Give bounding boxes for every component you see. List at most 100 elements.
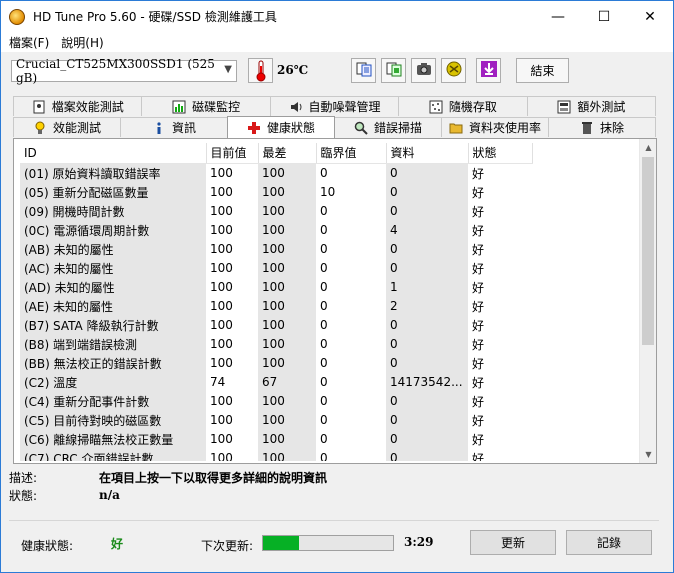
table-cell-cur: 100 <box>206 239 258 259</box>
random-access-icon <box>429 100 443 114</box>
tab-aam[interactable]: 自動噪聲管理 <box>269 96 400 116</box>
table-cell-cur: 100 <box>206 334 258 354</box>
tab-disk-monitor[interactable]: 磁碟監控 <box>141 96 271 116</box>
col-header-data[interactable]: 資料 <box>386 143 469 164</box>
table-cell-worst: 100 <box>258 334 316 354</box>
table-cell-data: 0 <box>386 391 468 411</box>
status-row: 狀態: n/a <box>9 486 120 504</box>
table-cell-status: 好 <box>468 448 532 461</box>
table-scrollbar[interactable]: ▲ ▼ <box>639 139 656 463</box>
table-row[interactable]: (C7) CRC 介面錯誤計數 100 100 0 0 好 <box>20 448 532 461</box>
table-row[interactable]: (B8) 端到端錯誤檢測 100 100 0 0 好 <box>20 334 532 354</box>
disk-monitor-icon <box>172 100 186 114</box>
table-row[interactable]: (BB) 無法校正的錯誤計數 100 100 0 0 好 <box>20 353 532 373</box>
table-row[interactable]: (09) 開機時間計數 100 100 0 0 好 <box>20 201 532 221</box>
col-header-worst[interactable]: 最差 <box>258 143 317 164</box>
scroll-thumb[interactable] <box>642 157 654 345</box>
table-cell-cur: 100 <box>206 163 258 183</box>
table-cell-data: 0 <box>386 201 468 221</box>
description-label: 描述: <box>9 470 38 485</box>
minimize-button[interactable]: — <box>535 1 581 32</box>
table-cell-thr: 0 <box>316 410 386 430</box>
table-cell-worst: 100 <box>258 220 316 240</box>
app-logo-icon <box>9 8 25 25</box>
table-cell-data: 0 <box>386 182 468 202</box>
maximize-button[interactable]: ☐ <box>581 1 627 32</box>
copy-text-button[interactable] <box>351 58 376 83</box>
table-cell-worst: 100 <box>258 163 316 183</box>
table-row[interactable]: (AB) 未知的屬性 100 100 0 0 好 <box>20 239 532 259</box>
table-row[interactable]: (AC) 未知的屬性 100 100 0 0 好 <box>20 258 532 278</box>
table-cell-status: 好 <box>468 201 532 221</box>
drive-select[interactable]: Crucial_CT525MX300SSD1 (525 gB) ▼ <box>11 57 237 85</box>
table-row[interactable]: (C5) 目前待對映的磁區數 100 100 0 0 好 <box>20 410 532 430</box>
copy-text-icon <box>356 61 372 80</box>
temperature-readout: 26℃ <box>277 63 309 77</box>
tab-extra-tests[interactable]: 額外測試 <box>526 96 657 116</box>
table-cell-id: (B7) SATA 降級執行計數 <box>20 315 206 335</box>
trash-icon <box>580 121 594 135</box>
save-icon <box>480 60 498 81</box>
table-cell-data: 0 <box>386 353 468 373</box>
table-cell-id: (AE) 未知的屬性 <box>20 296 206 316</box>
table-row[interactable]: (C4) 重新分配事件計數 100 100 0 0 好 <box>20 391 532 411</box>
table-row[interactable]: (0C) 電源循環周期計數 100 100 0 4 好 <box>20 220 532 240</box>
table-row[interactable]: (01) 原始資料讀取錯誤率 100 100 0 0 好 <box>20 163 532 183</box>
menu-file[interactable]: 檔案(F) <box>3 34 55 51</box>
tab-health[interactable]: 健康狀態 <box>227 116 335 138</box>
col-header-id[interactable]: ID <box>20 143 207 164</box>
info-icon <box>152 121 166 135</box>
table-row[interactable]: (AD) 未知的屬性 100 100 0 1 好 <box>20 277 532 297</box>
divider <box>9 520 659 521</box>
health-cross-icon <box>247 121 261 135</box>
tab-info[interactable]: 資訊 <box>120 117 228 137</box>
copy-screenshot-button[interactable] <box>381 58 406 83</box>
folder-icon <box>449 121 463 135</box>
exit-button[interactable]: 結束 <box>516 58 569 83</box>
status-bar: 健康狀態: 好 下次更新: 3:29 更新 記錄 <box>1 527 673 557</box>
description-value: 在項目上按一下以取得更多詳細的說明資訊 <box>99 470 328 485</box>
menu-bar: 檔案(F) 說明(H) <box>1 32 673 52</box>
tab-folder-usage[interactable]: 資料夾使用率 <box>441 117 549 137</box>
tab-error-scan[interactable]: 錯誤掃描 <box>334 117 442 137</box>
table-cell-cur: 100 <box>206 258 258 278</box>
col-header-threshold[interactable]: 臨界值 <box>316 143 387 164</box>
health-panel: ID 目前值 最差 臨界值 資料 狀態 (01) 原始資料讀取錯誤率 100 100… <box>13 138 657 464</box>
table-cell-thr: 0 <box>316 163 386 183</box>
table-cell-cur: 100 <box>206 391 258 411</box>
close-button[interactable]: ✕ <box>627 1 673 32</box>
scroll-up-icon[interactable]: ▲ <box>640 139 657 156</box>
thermometer-icon <box>248 58 273 83</box>
table-cell-status: 好 <box>468 353 532 373</box>
table-cell-thr: 0 <box>316 277 386 297</box>
tab-erase[interactable]: 抹除 <box>548 117 656 137</box>
screenshot-button[interactable] <box>411 58 436 83</box>
options-button[interactable] <box>441 58 466 83</box>
app-window: HD Tune Pro 5.60 - 硬碟/SSD 檢測維護工具 — ☐ ✕ 檔… <box>0 0 674 573</box>
table-cell-worst: 100 <box>258 391 316 411</box>
menu-help[interactable]: 說明(H) <box>55 34 109 51</box>
log-button[interactable]: 記錄 <box>566 530 652 555</box>
table-row[interactable]: (C2) 溫度 74 67 0 14173542... 好 <box>20 372 532 392</box>
table-cell-id: (C7) CRC 介面錯誤計數 <box>20 448 206 461</box>
table-cell-worst: 100 <box>258 277 316 297</box>
table-cell-data: 14173542... <box>386 372 468 392</box>
table-row[interactable]: (B7) SATA 降級執行計數 100 100 0 0 好 <box>20 315 532 335</box>
save-button[interactable] <box>476 58 501 83</box>
refresh-button[interactable]: 更新 <box>470 530 556 555</box>
table-cell-worst: 100 <box>258 201 316 221</box>
scroll-down-icon[interactable]: ▼ <box>640 446 657 463</box>
table-row[interactable]: (05) 重新分配磁區數量 100 100 10 0 好 <box>20 182 532 202</box>
tab-random-access[interactable]: 隨機存取 <box>398 96 528 116</box>
chevron-down-icon[interactable]: ▼ <box>224 64 232 75</box>
table-row[interactable]: (AE) 未知的屬性 100 100 0 2 好 <box>20 296 532 316</box>
title-bar: HD Tune Pro 5.60 - 硬碟/SSD 檢測維護工具 — ☐ ✕ <box>1 1 673 32</box>
tab-benchmark[interactable]: 效能測試 <box>13 117 121 137</box>
table-cell-thr: 10 <box>316 182 386 202</box>
table-row[interactable]: (C6) 離線掃瞄無法校正數量 100 100 0 0 好 <box>20 429 532 449</box>
col-header-current[interactable]: 目前值 <box>206 143 259 164</box>
tab-file-benchmark[interactable]: 檔案效能測試 <box>13 96 143 116</box>
table-cell-data: 1 <box>386 277 468 297</box>
col-header-status[interactable]: 狀態 <box>468 143 533 164</box>
table-cell-data: 0 <box>386 429 468 449</box>
